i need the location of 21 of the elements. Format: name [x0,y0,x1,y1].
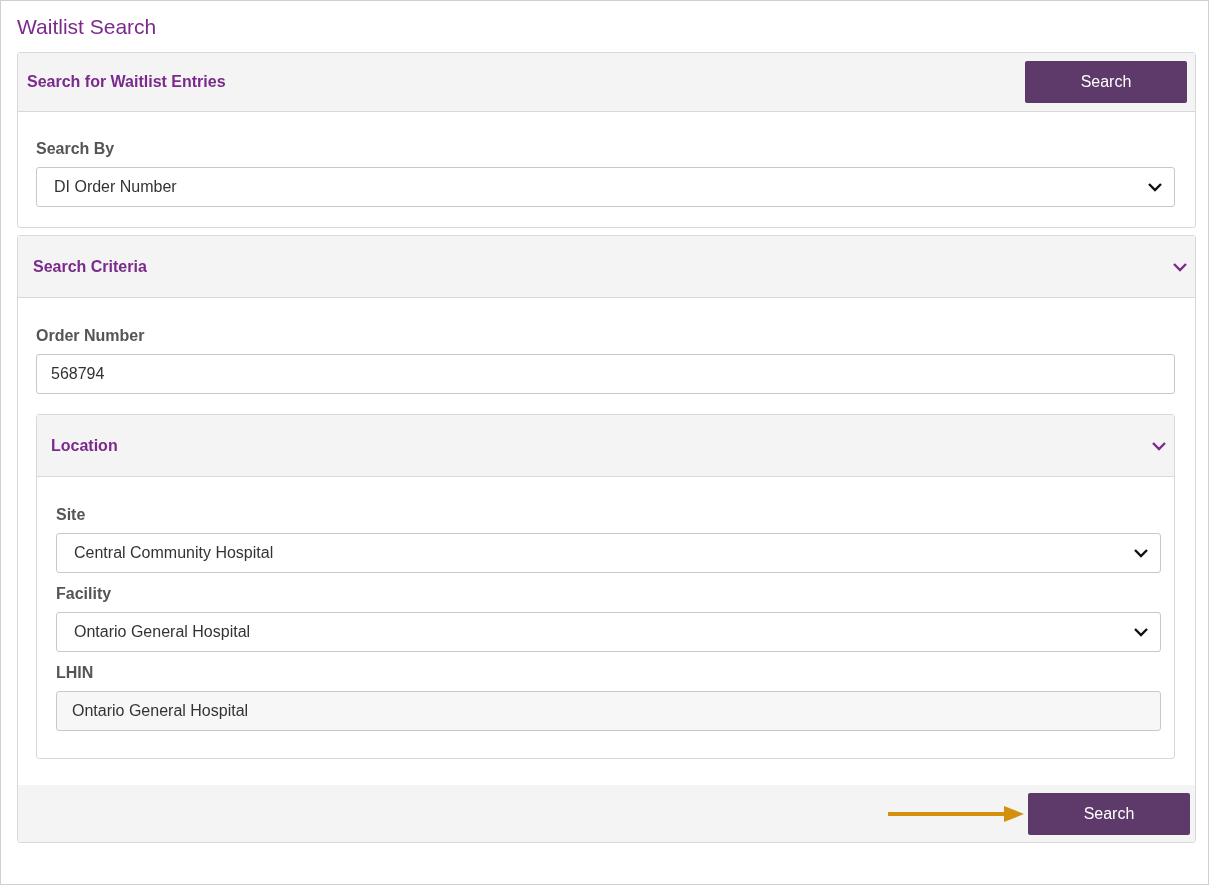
chevron-down-icon[interactable] [1134,548,1148,558]
chevron-down-icon[interactable] [1134,627,1148,637]
select-field[interactable]: Central Community Hospital [56,533,1161,573]
select-field[interactable]: Ontario General Hospital [56,612,1161,652]
field-label: Facility [56,585,113,603]
chevron-down-icon[interactable] [1148,182,1162,192]
select-field[interactable]: DI Order Number [36,167,1175,207]
search-button[interactable]: Search [1028,792,1190,835]
panel-title: Search Criteria [33,257,147,276]
panel-title: Search for Waitlist Entries [27,73,226,91]
chevron-down-icon[interactable] [1152,440,1166,451]
field-label: LHIN [56,664,95,682]
input-field[interactable]: Ontario General Hospital [56,691,1161,731]
field-label: Search By [36,140,116,158]
chevron-down-icon[interactable] [1173,261,1187,272]
search-button[interactable]: Search [1025,61,1187,103]
field-label: Order Number [36,327,146,345]
panel-title: Location [51,436,118,455]
input-field[interactable]: 568794 [36,354,1175,394]
field-label: Site [56,506,87,524]
page-title: Waitlist Search [17,15,158,39]
